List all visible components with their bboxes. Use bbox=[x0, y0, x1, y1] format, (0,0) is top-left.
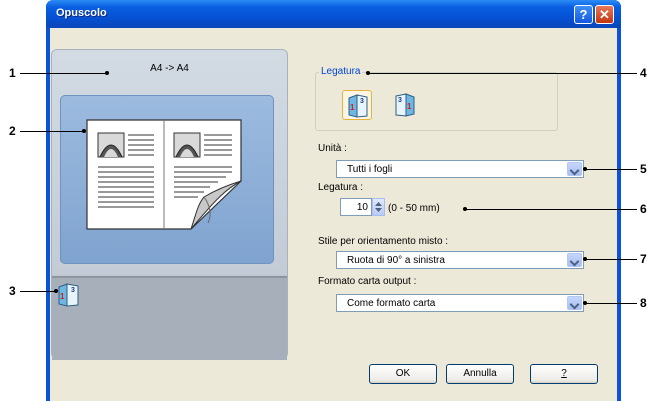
help-button[interactable]: ? bbox=[530, 364, 598, 384]
svg-text:1: 1 bbox=[407, 102, 412, 111]
callout-dot-3 bbox=[54, 289, 58, 293]
callout-dot-2 bbox=[82, 129, 86, 133]
chevron-down-icon[interactable] bbox=[567, 296, 582, 310]
spinner-arrows-icon[interactable] bbox=[372, 198, 385, 216]
svg-text:1: 1 bbox=[60, 292, 65, 301]
binding-preview-icon: 1 3 bbox=[58, 283, 79, 307]
close-button[interactable]: ✕ bbox=[595, 5, 614, 24]
binding-group-label: Legatura bbox=[319, 66, 363, 77]
svg-text:3: 3 bbox=[398, 97, 402, 104]
binding-margin-range: (0 - 50 mm) bbox=[388, 203, 440, 214]
svg-text:3: 3 bbox=[360, 98, 364, 105]
svg-text:1: 1 bbox=[350, 103, 355, 112]
title-bar[interactable] bbox=[46, 0, 621, 28]
ok-button[interactable]: OK bbox=[369, 364, 437, 384]
right-binding-icon: 3 1 bbox=[395, 93, 415, 117]
mixed-orientation-value: Ruota di 90° a sinistra bbox=[347, 255, 445, 266]
binding-margin-value: 10 bbox=[356, 202, 368, 213]
callout-7: 7 bbox=[640, 252, 647, 266]
callout-line-6 bbox=[465, 209, 637, 210]
callout-5: 5 bbox=[640, 162, 647, 176]
callout-2: 2 bbox=[9, 124, 16, 138]
preview-bottom-bar bbox=[52, 276, 287, 360]
callout-line-2 bbox=[20, 131, 84, 132]
callout-3: 3 bbox=[9, 284, 16, 298]
callout-line-8 bbox=[585, 303, 637, 304]
callout-line-4 bbox=[368, 73, 637, 74]
mixed-orientation-select[interactable]: Ruota di 90° a sinistra bbox=[336, 251, 584, 269]
callout-6: 6 bbox=[640, 202, 647, 216]
callout-dot-1 bbox=[105, 71, 109, 75]
left-binding-option[interactable]: 1 3 bbox=[342, 90, 372, 120]
callout-1: 1 bbox=[9, 66, 16, 80]
callout-line-1 bbox=[20, 73, 106, 74]
unit-label: Unità : bbox=[318, 143, 347, 154]
unit-value: Tutti i fogli bbox=[347, 164, 393, 175]
window-title: Opuscolo bbox=[56, 7, 107, 19]
svg-text:3: 3 bbox=[71, 287, 75, 294]
help-title-button[interactable]: ? bbox=[574, 5, 593, 24]
right-binding-option[interactable]: 3 1 bbox=[390, 90, 420, 120]
callout-line-7 bbox=[585, 259, 637, 260]
output-paper-label: Formato carta output : bbox=[318, 276, 417, 287]
chevron-down-icon[interactable] bbox=[567, 162, 582, 176]
output-paper-value: Come formato carta bbox=[347, 298, 436, 309]
cancel-button[interactable]: Annulla bbox=[446, 364, 514, 384]
callout-4: 4 bbox=[640, 66, 647, 80]
chevron-down-icon[interactable] bbox=[567, 253, 582, 267]
callout-line-3 bbox=[20, 291, 56, 292]
left-binding-icon: 1 3 bbox=[348, 94, 368, 118]
callout-8: 8 bbox=[640, 296, 647, 310]
binding-margin-label: Legatura : bbox=[318, 182, 364, 193]
output-paper-select[interactable]: Come formato carta bbox=[336, 294, 584, 312]
booklet-page-icon bbox=[86, 119, 242, 230]
unit-select[interactable]: Tutti i fogli bbox=[336, 160, 584, 178]
binding-margin-input[interactable]: 10 bbox=[340, 198, 372, 216]
callout-line-5 bbox=[585, 169, 637, 170]
mixed-orientation-label: Stile per orientamento misto : bbox=[318, 236, 449, 247]
